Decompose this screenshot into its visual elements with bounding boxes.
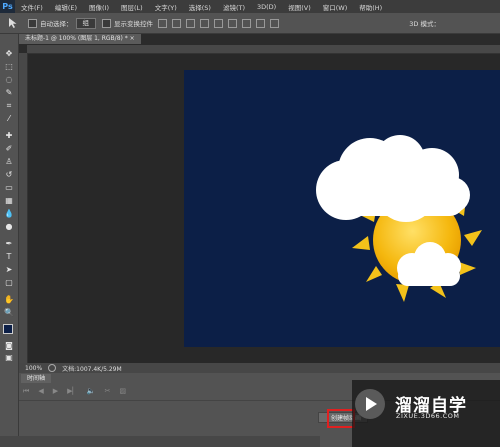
timeline-tab[interactable]: 时间轴	[21, 374, 52, 383]
auto-select-checkbox[interactable]	[28, 18, 37, 28]
align-left-icon[interactable]	[200, 18, 209, 28]
shape-tool-icon[interactable]: ▢	[2, 277, 16, 288]
align-bottom-icon[interactable]	[186, 18, 195, 28]
foreground-color-swatch[interactable]	[3, 324, 13, 334]
menu-type[interactable]: 文字(Y)	[149, 2, 183, 12]
blur-tool-icon[interactable]: 💧	[2, 208, 16, 219]
move-tool-preset-icon[interactable]	[4, 15, 22, 31]
distribute-center-icon[interactable]	[256, 18, 265, 28]
menu-file[interactable]: 文件(F)	[15, 2, 49, 12]
document-canvas[interactable]	[184, 70, 500, 347]
healing-brush-tool-icon[interactable]: ✚	[2, 130, 16, 141]
menu-filter[interactable]: 滤镜(T)	[217, 2, 251, 12]
menu-layer[interactable]: 图层(L)	[115, 2, 149, 12]
menu-window[interactable]: 窗口(W)	[317, 2, 354, 12]
watermark-logo-icon	[355, 389, 385, 419]
eyedropper-tool-icon[interactable]: ⁄	[2, 113, 16, 124]
align-hcenter-icon[interactable]	[214, 18, 223, 28]
horizontal-ruler	[27, 45, 500, 54]
type-tool-icon[interactable]: T	[2, 251, 16, 262]
brush-tool-icon[interactable]: ✐	[2, 143, 16, 154]
next-frame-icon[interactable]: ▶▏	[67, 387, 78, 396]
first-frame-icon[interactable]: ⏮	[23, 387, 29, 396]
gradient-tool-icon[interactable]: ▦	[2, 195, 16, 206]
document-size: 文档:1007.4K/5.29M	[62, 365, 122, 373]
menu-3d[interactable]: 3D(D)	[251, 3, 282, 11]
menu-image[interactable]: 图像(I)	[83, 2, 115, 12]
play-icon[interactable]: ▶	[53, 387, 58, 396]
path-select-tool-icon[interactable]: ➤	[2, 264, 16, 275]
screen-mode-icon[interactable]: ▣	[2, 352, 16, 363]
zoom-tool-icon[interactable]: 🔍	[2, 307, 16, 318]
lasso-tool-icon[interactable]: ◌	[2, 74, 16, 85]
bottom-panel-strip	[0, 436, 320, 447]
audio-icon[interactable]: 🔈	[87, 387, 96, 396]
status-info-icon[interactable]	[48, 364, 57, 372]
quick-mask-icon[interactable]: ◙	[2, 340, 16, 351]
prev-frame-icon[interactable]: ◀	[38, 387, 43, 396]
clone-stamp-tool-icon[interactable]: ♙	[2, 156, 16, 167]
marquee-tool-icon[interactable]: ⬚	[2, 61, 16, 72]
auto-select-label: 自动选择：	[40, 20, 73, 28]
3d-mode-label: 3D 模式：	[409, 20, 440, 28]
menu-help[interactable]: 帮助(H)	[353, 2, 388, 12]
show-transform-checkbox[interactable]	[102, 18, 111, 28]
dodge-tool-icon[interactable]: ●	[2, 221, 16, 232]
menu-bar: Ps 文件(F) 编辑(E) 图像(I) 图层(L) 文字(Y) 选择(S) 滤…	[0, 0, 500, 13]
vertical-ruler	[19, 53, 28, 363]
crop-tool-icon[interactable]: ⌗	[2, 100, 16, 111]
large-cloud-icon	[316, 135, 470, 222]
timeline-controls: ⏮ ◀ ▶ ▶▏ 🔈 ✂ ▨	[23, 387, 126, 396]
tools-panel: ✥ ⬚ ◌ ✎ ⌗ ⁄ ✚ ✐ ♙ ↺ ▭ ▦ 💧 ● ✒ T ➤ ▢ ✋ 🔍 …	[0, 34, 19, 447]
zoom-level[interactable]: 100%	[25, 365, 42, 372]
distribute-bottom-icon[interactable]	[270, 18, 279, 28]
transition-icon[interactable]: ▨	[119, 387, 126, 396]
auto-select-dropdown[interactable]: 组	[75, 17, 96, 29]
weather-illustration	[316, 135, 482, 302]
hand-tool-icon[interactable]: ✋	[2, 294, 16, 305]
history-brush-tool-icon[interactable]: ↺	[2, 169, 16, 180]
cut-icon[interactable]: ✂	[105, 387, 111, 396]
align-vcenter-icon[interactable]	[172, 18, 181, 28]
show-transform-label: 显示变换控件	[114, 20, 153, 28]
pen-tool-icon[interactable]: ✒	[2, 238, 16, 249]
photoshop-logo: Ps	[0, 0, 15, 13]
align-top-icon[interactable]	[158, 18, 167, 28]
align-right-icon[interactable]	[228, 18, 237, 28]
move-tool-icon[interactable]: ✥	[2, 48, 16, 59]
distribute-top-icon[interactable]	[242, 18, 251, 28]
menu-select[interactable]: 选择(S)	[183, 2, 217, 12]
watermark-url: ZIXUE.3D66.COM	[396, 412, 460, 420]
document-tab[interactable]: 未标题-1 @ 100% (图层 1, RGB/8) * ×	[19, 34, 141, 44]
options-bar: 自动选择： 组 显示变换控件 3D 模式：	[0, 13, 500, 34]
eraser-tool-icon[interactable]: ▭	[2, 182, 16, 193]
highlight-box	[327, 409, 355, 428]
quick-select-tool-icon[interactable]: ✎	[2, 87, 16, 98]
status-bar: 100% 文档:1007.4K/5.29M	[19, 363, 500, 373]
menu-edit[interactable]: 编辑(E)	[49, 2, 83, 12]
menu-view[interactable]: 视图(V)	[282, 2, 317, 12]
